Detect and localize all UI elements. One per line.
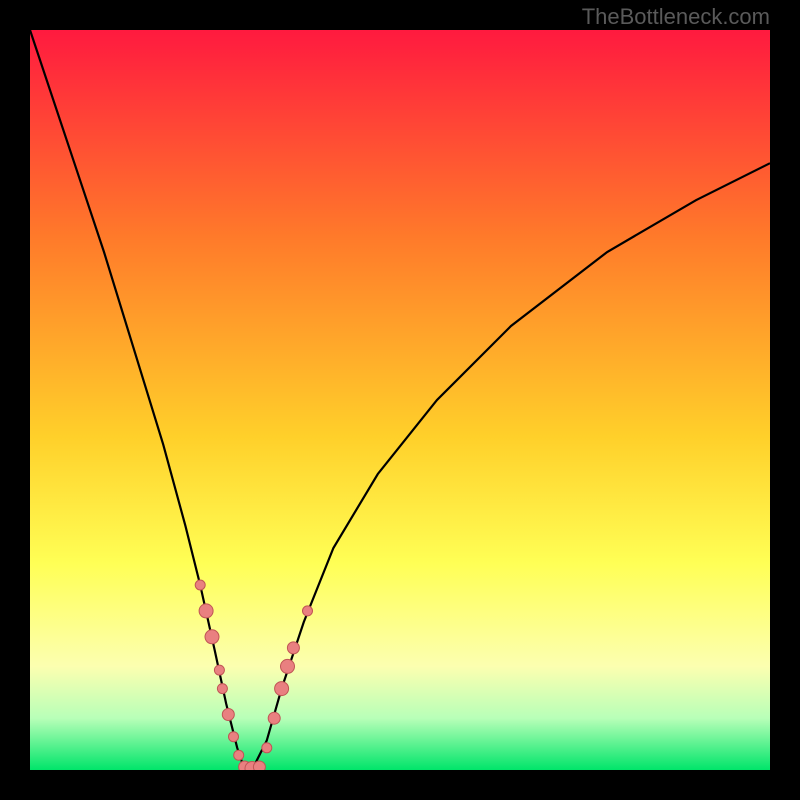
chart-svg bbox=[30, 30, 770, 770]
data-marker bbox=[229, 732, 239, 742]
watermark-text: TheBottleneck.com bbox=[582, 4, 770, 30]
data-marker bbox=[287, 642, 299, 654]
data-marker bbox=[205, 630, 219, 644]
chart-frame: TheBottleneck.com bbox=[0, 0, 800, 800]
data-marker bbox=[268, 712, 280, 724]
data-marker bbox=[275, 682, 289, 696]
data-marker bbox=[217, 684, 227, 694]
data-marker bbox=[253, 761, 265, 770]
data-marker bbox=[195, 580, 205, 590]
data-marker bbox=[222, 709, 234, 721]
data-marker bbox=[199, 604, 213, 618]
data-marker bbox=[262, 743, 272, 753]
bottleneck-curve bbox=[30, 30, 770, 770]
data-markers bbox=[195, 580, 312, 770]
data-marker bbox=[214, 665, 224, 675]
data-marker bbox=[281, 659, 295, 673]
plot-area bbox=[30, 30, 770, 770]
data-marker bbox=[234, 750, 244, 760]
data-marker bbox=[303, 606, 313, 616]
